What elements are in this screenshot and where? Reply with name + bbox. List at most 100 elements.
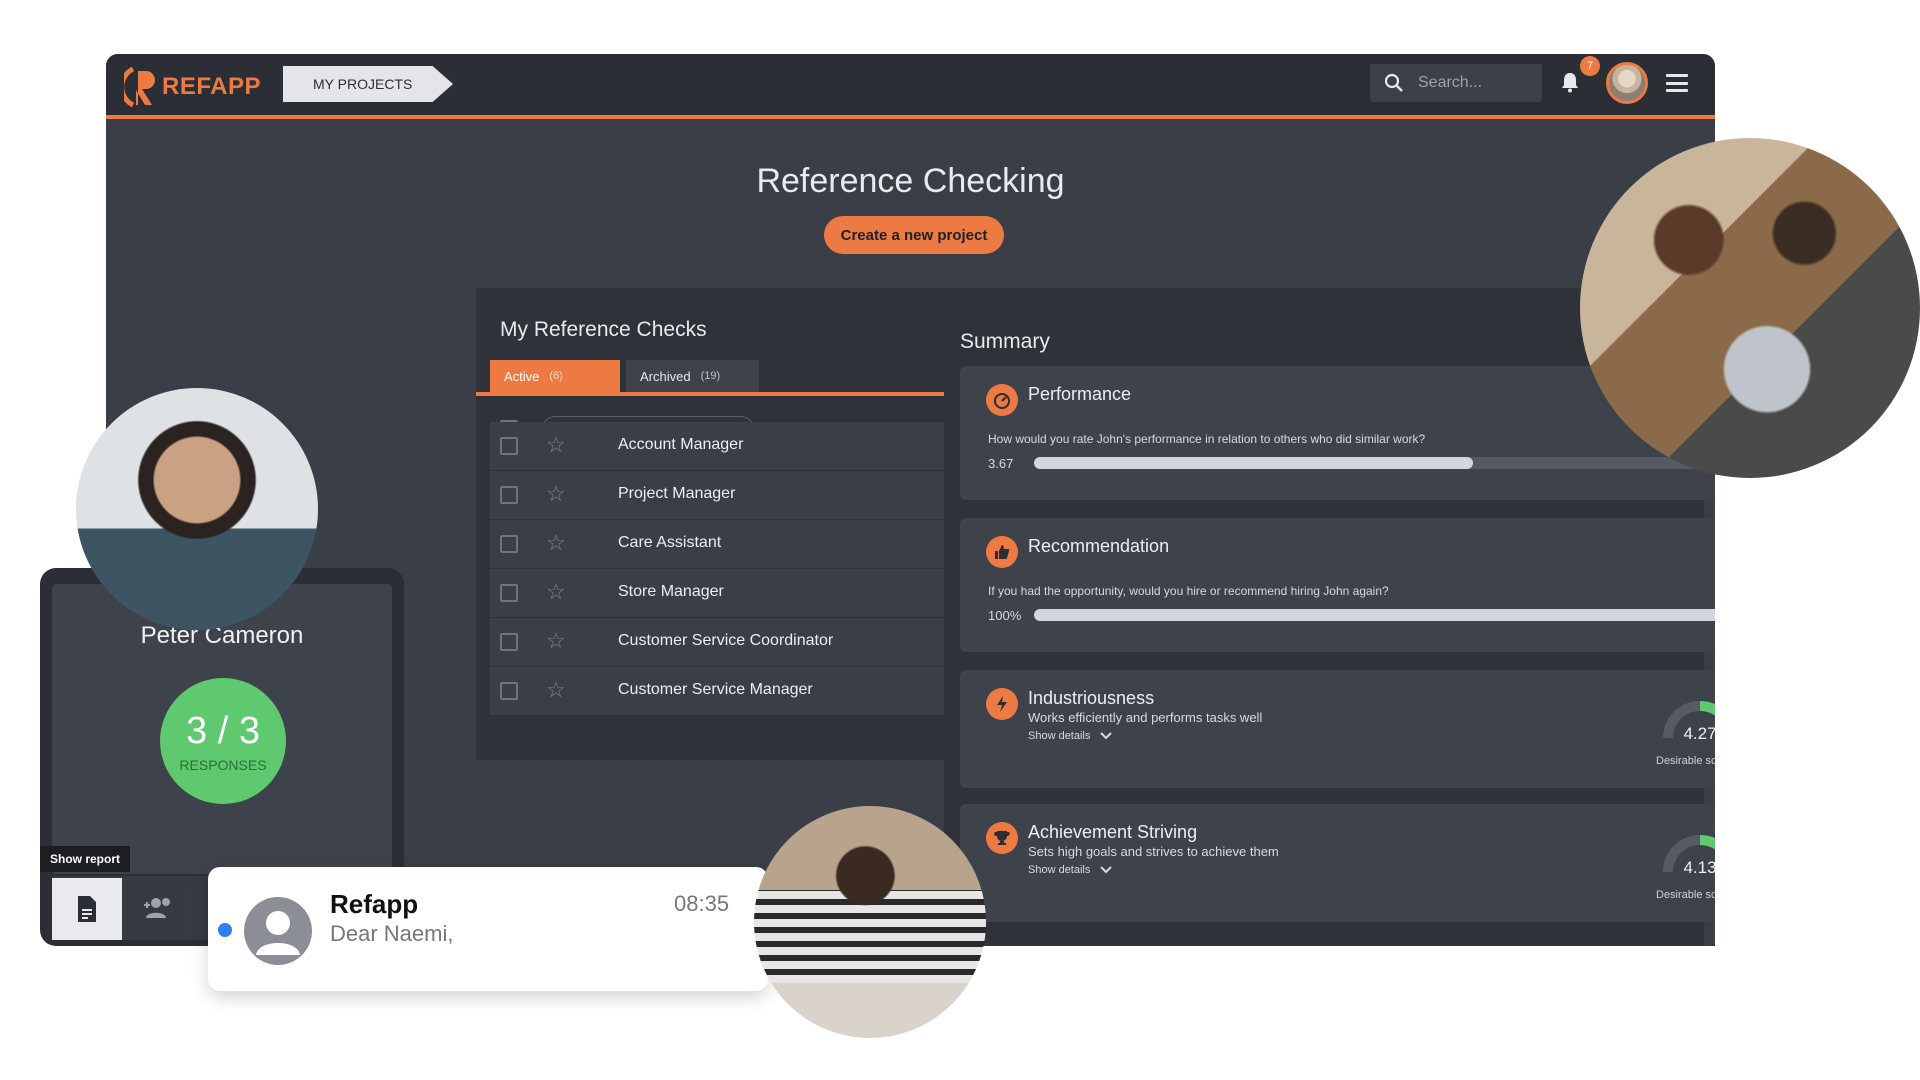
industriousness-description: Works efficiently and performs tasks wel… — [1028, 710, 1263, 725]
recommendation-card: Recommendation If you had the opportunit… — [960, 518, 1715, 652]
hamburger-menu-icon[interactable] — [1666, 74, 1688, 92]
industriousness-desirable-score: Desirable score ? — [1656, 754, 1715, 768]
people-icon[interactable] — [142, 894, 176, 922]
row-checkbox[interactable] — [500, 535, 518, 553]
recommendation-bar-fill — [1034, 609, 1715, 621]
project-row[interactable]: ☆ Account Manager — [490, 422, 944, 470]
performance-value: 3.67 — [988, 456, 1014, 471]
recommendation-bar — [1034, 609, 1715, 621]
industriousness-title: Industriousness — [1028, 688, 1155, 708]
project-name[interactable]: Project Manager — [618, 485, 735, 503]
row-checkbox[interactable] — [500, 584, 518, 602]
report-button[interactable] — [52, 878, 122, 940]
speedometer-icon — [986, 384, 1018, 416]
bell-icon[interactable] — [1558, 70, 1582, 94]
star-icon[interactable]: ☆ — [546, 630, 566, 652]
sender-avatar-icon — [244, 897, 312, 965]
show-details-label: Show details — [1028, 730, 1091, 742]
tab-active-count: (6) — [549, 370, 563, 382]
achievement-title: Achievement Striving — [1028, 822, 1198, 842]
photo-woman-phone — [754, 806, 986, 1038]
project-row[interactable]: ☆ Customer Service Manager — [490, 667, 944, 715]
performance-question: How would you rate John's performance in… — [988, 432, 1426, 446]
project-row[interactable]: ☆ Care Assistant — [490, 520, 944, 568]
tab-archived-label: Archived — [640, 368, 691, 384]
thumbs-up-icon — [986, 536, 1018, 568]
achievement-score: 4.13 — [1683, 858, 1715, 877]
candidate-card-body: Peter Cameron 3 / 3 RESPONSES — [52, 584, 392, 874]
responses-count: 3 / 3 — [186, 709, 260, 752]
create-project-button[interactable]: Create a new project — [824, 216, 1004, 254]
show-details-label: Show details — [1028, 864, 1091, 876]
star-icon[interactable]: ☆ — [546, 679, 566, 701]
recommendation-question: If you had the opportunity, would you hi… — [988, 584, 1389, 598]
industriousness-show-details[interactable]: Show details — [1028, 730, 1113, 742]
project-name[interactable]: Care Assistant — [618, 534, 721, 552]
tab-active-label: Active — [504, 368, 540, 384]
achievement-show-details[interactable]: Show details — [1028, 864, 1113, 876]
document-icon — [78, 896, 96, 922]
page-title: Reference Checking — [756, 162, 1065, 200]
search-placeholder[interactable]: Search... — [1418, 74, 1482, 92]
project-name[interactable]: Store Manager — [618, 583, 724, 601]
star-icon[interactable]: ☆ — [546, 483, 566, 505]
row-checkbox[interactable] — [500, 486, 518, 504]
tab-active[interactable]: Active (6) — [490, 360, 620, 392]
tab-archived-count: (19) — [700, 370, 721, 382]
logo-text: REFAPP — [162, 73, 262, 100]
tab-archived[interactable]: Archived (19) — [626, 360, 759, 392]
photo-colleagues-laptop — [1580, 138, 1920, 478]
user-avatar[interactable] — [1606, 62, 1648, 104]
performance-title: Performance — [1028, 384, 1132, 404]
show-report-tooltip: Show report — [40, 846, 131, 872]
project-row[interactable]: ☆ Store Manager — [490, 569, 944, 617]
responses-label: RESPONSES — [179, 756, 267, 773]
performance-bar-fill — [1034, 457, 1474, 469]
industriousness-card: Industriousness Works efficiently and pe… — [960, 670, 1715, 788]
search-box[interactable]: Search... — [1370, 64, 1542, 102]
recommendation-title: Recommendation — [1028, 536, 1170, 556]
tab-underline — [476, 392, 944, 396]
reference-checks-title: My Reference Checks — [500, 318, 707, 341]
project-name[interactable]: Customer Service Coordinator — [618, 632, 833, 650]
notification-time: 08:35 — [674, 891, 730, 916]
trophy-icon — [986, 822, 1018, 854]
star-icon[interactable]: ☆ — [546, 434, 566, 456]
industriousness-score: 4.27 — [1683, 724, 1715, 743]
photo-peter-cameron — [76, 388, 318, 630]
summary-title: Summary — [960, 330, 1050, 353]
desirable-score-label: Desirable score — [1656, 889, 1715, 901]
notification-badge: 7 — [1580, 56, 1600, 76]
project-row[interactable]: ☆ Customer Service Coordinator — [490, 618, 944, 666]
achievement-card: Achievement Striving Sets high goals and… — [960, 804, 1715, 922]
chevron-down-icon — [1100, 866, 1113, 874]
unread-dot — [218, 923, 232, 937]
project-name[interactable]: Customer Service Manager — [618, 681, 813, 699]
star-icon[interactable]: ☆ — [546, 581, 566, 603]
responses-circle: 3 / 3 RESPONSES — [160, 678, 286, 804]
marketing-composite: REFAPP MY PROJECTS Search... 7 Reference… — [0, 0, 1920, 1080]
notification-sender: Refapp — [330, 889, 419, 919]
desirable-score-label: Desirable score — [1656, 755, 1715, 767]
star-icon[interactable]: ☆ — [546, 532, 566, 554]
summary-panel: Summary Performance How would you rate J… — [944, 288, 1715, 946]
refapp-logo-icon — [119, 65, 158, 109]
breadcrumb-my-projects[interactable]: MY PROJECTS — [283, 66, 453, 102]
logo[interactable]: REFAPP — [119, 64, 262, 110]
lightning-icon — [986, 688, 1018, 720]
top-bar: REFAPP MY PROJECTS Search... 7 — [106, 54, 1715, 119]
row-checkbox[interactable] — [500, 633, 518, 651]
recommendation-value: 100% — [988, 608, 1022, 623]
performance-bar — [1034, 457, 1715, 469]
reference-checks-panel: My Reference Checks Active (6) Archived … — [476, 288, 944, 760]
achievement-description: Sets high goals and strives to achieve t… — [1028, 844, 1279, 859]
notification-message: Dear Naemi, — [330, 921, 454, 946]
project-row[interactable]: ☆ Project Manager — [490, 471, 944, 519]
search-icon — [1384, 73, 1403, 92]
project-name[interactable]: Account Manager — [618, 436, 743, 454]
row-checkbox[interactable] — [500, 682, 518, 700]
row-checkbox[interactable] — [500, 437, 518, 455]
email-notification[interactable]: Refapp Dear Naemi, 08:35 — [208, 867, 768, 991]
achievement-desirable-score: Desirable score ? — [1656, 888, 1715, 902]
chevron-down-icon — [1100, 732, 1113, 740]
